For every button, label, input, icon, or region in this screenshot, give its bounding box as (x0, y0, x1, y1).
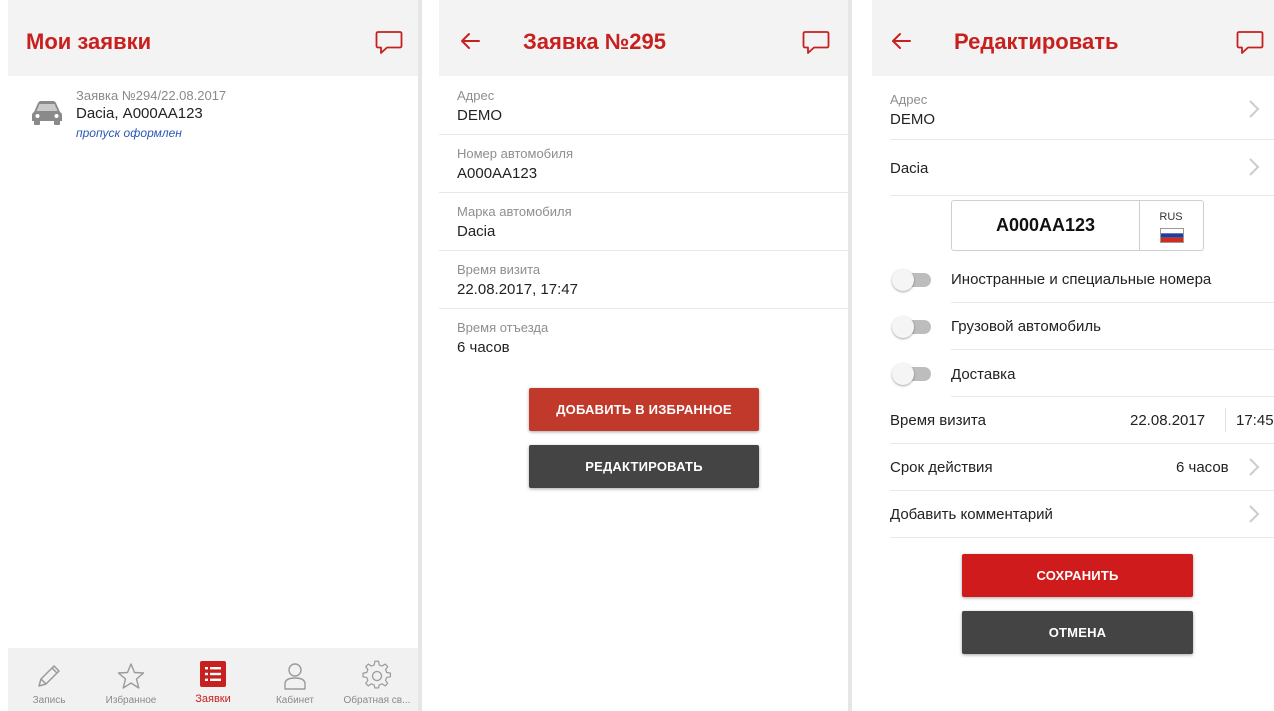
comment-label: Добавить комментарий (890, 506, 1053, 523)
car-icon (32, 101, 62, 125)
nav-item-requests[interactable]: Заявки (172, 648, 254, 711)
address-label: Адрес (890, 92, 928, 107)
pencil-icon (38, 665, 60, 687)
request-status: пропуск оформлен (76, 126, 182, 140)
visit-date-value[interactable]: 22.08.2017 (1130, 412, 1205, 429)
page-title: Редактировать (954, 29, 1119, 54)
field-value: 6 часов (457, 339, 510, 356)
field-label: Марка автомобиля (457, 204, 572, 219)
gear-icon (362, 660, 392, 689)
back-arrow-icon[interactable] (459, 30, 481, 52)
toggle-row-foreign-plates: Иностранные и специальные номера (951, 256, 1274, 303)
nav-label: Избранное (105, 695, 157, 706)
nav-item-favorites[interactable]: Избранное (90, 648, 172, 711)
app-header: Редактировать (872, 0, 1274, 76)
brand-row[interactable]: Dacia (890, 139, 1274, 196)
user-icon (284, 663, 306, 690)
nav-label: Обратная св... (343, 695, 411, 706)
plate-region: RUS (1159, 211, 1183, 223)
list-item[interactable]: Заявка №294/22.08.2017 Dacia, А000АА123 … (8, 76, 418, 146)
field-value: Dacia (457, 223, 496, 240)
truck-toggle[interactable] (892, 316, 931, 338)
page-title: Заявка №295 (523, 29, 666, 54)
address-value: DEMO (890, 111, 935, 128)
panel-divider (418, 0, 422, 711)
cancel-button[interactable]: ОТМЕНА (962, 611, 1193, 654)
validity-row[interactable]: Срок действия 6 часов (890, 443, 1274, 491)
plate-number: А000АА123 (995, 215, 1096, 235)
plate-separator (1139, 201, 1140, 250)
delivery-toggle[interactable] (892, 363, 931, 385)
edit-request-screen: Редактировать Адрес DEMO Dacia А000АА123… (872, 0, 1274, 711)
comment-row[interactable]: Добавить комментарий (890, 490, 1274, 538)
validity-value: 6 часов (1176, 459, 1229, 476)
field-label: Время отъезда (457, 320, 549, 335)
list-icon (200, 661, 226, 687)
toggle-label: Иностранные и специальные номера (951, 271, 1212, 288)
field-label: Адрес (457, 88, 495, 103)
nav-item-cabinet[interactable]: Кабинет (254, 648, 336, 711)
chevron-right-icon (1249, 100, 1260, 118)
nav-label: Кабинет (275, 695, 315, 706)
field-label: Время визита (457, 262, 541, 277)
add-to-favorites-button[interactable]: ДОБАВИТЬ В ИЗБРАННОЕ (529, 388, 759, 431)
toggle-label: Доставка (951, 366, 1016, 383)
plate-number-field[interactable]: А000АА123 RUS (951, 200, 1204, 251)
visit-time-separator (1225, 408, 1226, 432)
app-header: Мои заявки (8, 0, 418, 76)
field-plate-number: Номер автомобиля А000АА123 (439, 134, 848, 193)
field-label: Номер автомобиля (457, 146, 574, 161)
request-title: Заявка №294/22.08.2017 (76, 88, 227, 103)
visit-time-value[interactable]: 17:45 (1236, 412, 1274, 429)
bottom-nav: Запись Избранное Заявки Кабинет Обратная… (8, 648, 418, 711)
chat-icon[interactable] (375, 30, 403, 56)
brand-value: Dacia (890, 160, 929, 177)
request-details-screen: Заявка №295 Адрес DEMO Номер автомобиля … (439, 0, 848, 711)
chat-icon[interactable] (802, 30, 830, 56)
foreign-plates-toggle[interactable] (892, 269, 931, 291)
validity-label: Срок действия (890, 459, 993, 476)
nav-label: Запись (32, 695, 66, 706)
back-arrow-icon[interactable] (890, 30, 912, 52)
star-icon (117, 663, 145, 689)
request-vehicle: Dacia, А000АА123 (76, 105, 203, 122)
field-visit-time: Время визита 22.08.2017, 17:47 (439, 250, 848, 309)
toggle-row-delivery: Доставка (951, 349, 1274, 397)
nav-label: Заявки (195, 693, 231, 705)
edit-button[interactable]: РЕДАКТИРОВАТЬ (529, 445, 759, 488)
page-title: Мои заявки (26, 29, 152, 54)
chevron-right-icon (1249, 158, 1260, 176)
app-header: Заявка №295 (439, 0, 848, 76)
visit-time-row: Время визита 22.08.2017 17:45 (890, 396, 1274, 444)
toggle-knob (892, 316, 914, 338)
field-departure-time: Время отъезда 6 часов (439, 308, 848, 366)
field-value: 22.08.2017, 17:47 (457, 281, 578, 298)
chat-icon[interactable] (1236, 30, 1264, 56)
field-value: А000АА123 (457, 165, 538, 182)
panel-divider (848, 0, 852, 711)
my-requests-screen: Мои заявки Заявка №294/22.08.2017 Dacia,… (8, 0, 418, 711)
address-row[interactable]: Адрес DEMO (890, 76, 1274, 140)
nav-item-feedback[interactable]: Обратная св... (336, 648, 418, 711)
toggle-knob (892, 363, 914, 385)
field-car-brand: Марка автомобиля Dacia (439, 192, 848, 251)
russian-flag-icon (1160, 228, 1184, 243)
toggle-row-truck: Грузовой автомобиль (951, 302, 1274, 350)
toggle-knob (892, 269, 914, 291)
chevron-right-icon (1249, 458, 1260, 476)
field-address: Адрес DEMO (439, 76, 848, 135)
toggle-label: Грузовой автомобиль (951, 318, 1101, 335)
visit-time-label: Время визита (890, 412, 986, 429)
chevron-right-icon (1249, 505, 1260, 523)
nav-item-zapis[interactable]: Запись (8, 648, 90, 711)
field-value: DEMO (457, 107, 502, 124)
save-button[interactable]: СОХРАНИТЬ (962, 554, 1193, 597)
